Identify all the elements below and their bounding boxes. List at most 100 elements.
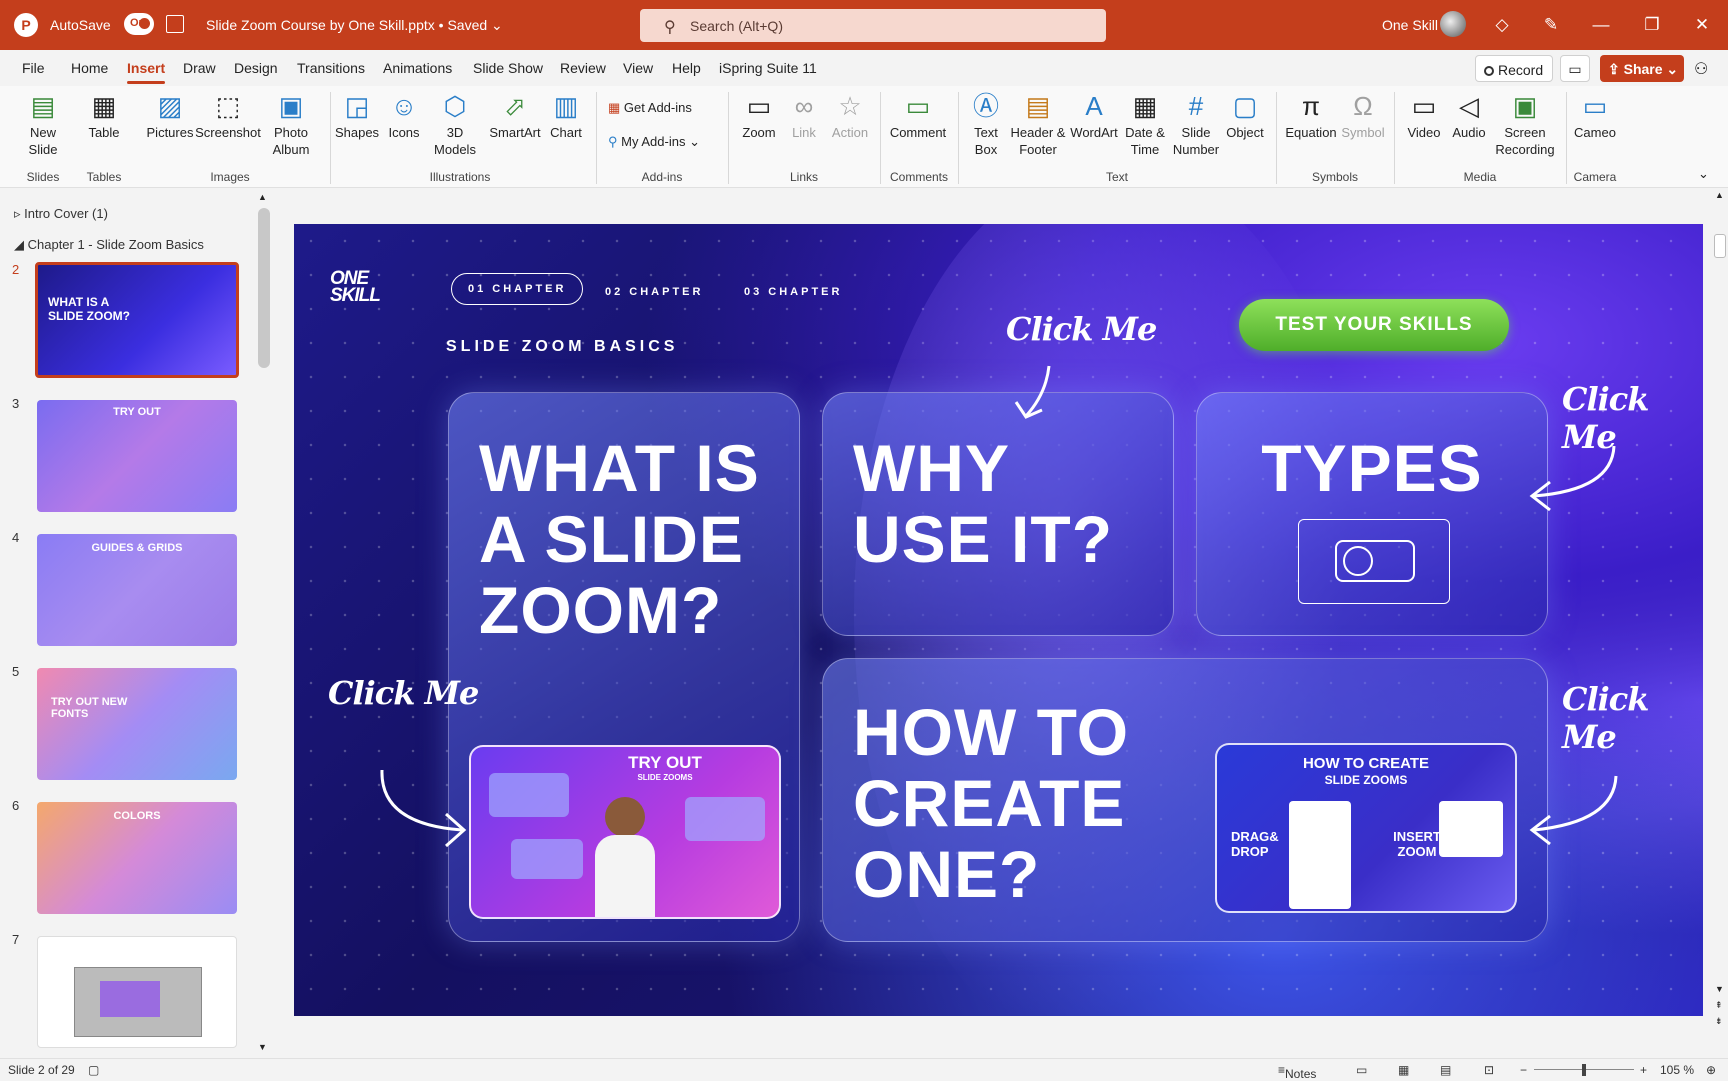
reading-view-icon[interactable]: ▤ [1440,1063,1451,1077]
pane-scroll-thumb[interactable] [258,208,270,368]
editor-scrollbar[interactable]: ▲ ▼ ⇞ ⇟ [1712,188,1728,1038]
scroll-up-icon[interactable]: ▲ [258,192,267,202]
zoom-in-icon[interactable]: + [1640,1063,1647,1077]
text-box-button[interactable]: Ⓐ Text Box [966,90,1006,158]
shapes-button[interactable]: ◲ Shapes [334,90,380,141]
restore-icon[interactable]: ❐ [1641,14,1663,36]
editor-scroll-thumb[interactable] [1714,234,1726,258]
table-button[interactable]: ▦ Table [82,90,126,141]
comment-insert-button[interactable]: ▭ Comment [888,90,948,141]
accessibility-icon[interactable]: ▢ [88,1063,99,1077]
tab-insert[interactable]: Insert [127,60,166,84]
title-bar: P AutoSave On Slide Zoom Course by One S… [0,0,1728,50]
slide-thumbnail-7[interactable] [37,936,237,1048]
pictures-button[interactable]: ▨ Pictures [142,90,198,141]
close-icon[interactable]: ✕ [1691,14,1713,36]
photo-album-icon: ▣ [278,91,304,121]
object-button[interactable]: ▢ Object [1222,90,1268,141]
zoom-button[interactable]: ▭ Zoom [738,90,780,141]
my-addins-button[interactable]: ⚲ My Add-ins ⌄ [608,134,700,150]
photo-album-button[interactable]: ▣ Photo Album [266,90,316,158]
fit-slide-icon[interactable]: ⊕ [1706,1063,1716,1077]
store-icon: ▦ [608,100,621,115]
share-button[interactable]: ⇪ Share ⌄ [1600,55,1684,82]
thumb-text: TRY OUT NEW FONTS [51,696,128,720]
comment-icon: ▭ [1568,61,1582,77]
new-slide-button[interactable]: ▤ New Slide [18,90,68,158]
user-name[interactable]: One Skill [1382,17,1438,33]
slide-number-button[interactable]: # Slide Number [1172,90,1220,158]
pane-scrollbar[interactable]: ▲ ▼ [256,192,272,1052]
tab-help[interactable]: Help [672,60,701,76]
normal-view-icon[interactable]: ▭ [1356,1063,1367,1077]
document-title[interactable]: Slide Zoom Course by One Skill.pptx • Sa… [206,17,503,34]
slide-sorter-icon[interactable]: ▦ [1398,1063,1409,1077]
3d-models-button[interactable]: ⬡ 3D Models [430,90,480,158]
record-button[interactable]: Record [1475,55,1553,82]
header-footer-button[interactable]: ▤ Header & Footer [1010,90,1066,158]
screenshot-button[interactable]: ⬚ Screenshot [194,90,262,141]
person-icon[interactable]: ⚇ [1694,59,1708,79]
slide-thumbnail-5[interactable]: TRY OUT NEW FONTS [37,668,237,780]
date-time-button[interactable]: ▦ Date & Time [1122,90,1168,158]
section-intro-cover[interactable]: ▹ Intro Cover (1) [14,206,108,222]
next-slide-icon[interactable]: ⇟ [1715,1016,1723,1027]
scroll-down-icon[interactable]: ▼ [1715,984,1724,994]
screen-recording-button[interactable]: ▣ Screen Recording [1492,90,1558,158]
wordart-button[interactable]: A WordArt [1068,90,1120,141]
ribbon: ▤ New Slide ▦ Table ▨ Pictures ⬚ Screenshot … [0,86,1728,188]
tab-view[interactable]: View [623,60,653,76]
tab-transitions[interactable]: Transitions [297,60,365,76]
search-icon: ⚲ [664,19,676,36]
slide-thumbnail-4[interactable]: GUIDES & GRIDS [37,534,237,646]
tab-draw[interactable]: Draw [183,60,216,76]
tab-file[interactable]: File [22,60,45,76]
cameo-button[interactable]: ▭ Cameo [1572,90,1618,141]
link-label: Link [792,125,816,140]
notes-button[interactable]: ≡ Notes [1278,1063,1316,1081]
tab-slide-show[interactable]: Slide Show [473,60,543,76]
zoom-level[interactable]: 105 % [1660,1063,1694,1077]
get-addins-button[interactable]: ▦ Get Add-ins [608,100,692,116]
slide-canvas[interactable]: ONE SKILL 01 CHAPTER 02 CHAPTER 03 CHAPTE… [294,224,1703,1016]
save-icon[interactable] [166,15,184,33]
action-button[interactable]: ☆ Action [828,90,872,141]
thumb-text: COLORS [113,810,161,822]
tab-home[interactable]: Home [71,60,108,76]
tab-review[interactable]: Review [560,60,606,76]
avatar[interactable] [1440,11,1466,37]
previous-slide-icon[interactable]: ⇞ [1715,1000,1723,1011]
diamond-icon[interactable]: ◇ [1491,14,1513,36]
chart-button[interactable]: ▥ Chart [546,90,586,141]
search-input[interactable]: ⚲ Search (Alt+Q) [640,9,1106,42]
pen-icon[interactable]: ✎ [1540,14,1562,36]
tab-design[interactable]: Design [234,60,278,76]
link-button[interactable]: ∞ Link [786,90,822,141]
zoom-out-icon[interactable]: − [1520,1063,1527,1077]
icons-button[interactable]: ☺ Icons [384,90,424,141]
addins-icon: ⚲ [608,134,618,149]
equation-button[interactable]: π Equation [1284,90,1338,141]
section-chapter-1[interactable]: ◢ Chapter 1 - Slide Zoom Basics [14,237,204,253]
minimize-icon[interactable]: — [1590,14,1612,36]
audio-button[interactable]: ◁ Audio [1448,90,1490,141]
table-icon: ▦ [91,91,117,121]
photo-album-label: Photo Album [272,125,310,157]
video-button[interactable]: ▭ Video [1402,90,1446,141]
slide-count: Slide 2 of 29 [8,1063,75,1077]
slide-thumbnail-2[interactable]: WHAT IS A SLIDE ZOOM? [35,262,239,378]
group-label-text: Text [1105,170,1128,184]
slideshow-icon[interactable]: ⊡ [1484,1063,1494,1077]
shapes-label: Shapes [334,125,380,140]
tab-ispring[interactable]: iSpring Suite 11 [719,60,817,76]
symbol-button[interactable]: Ω Symbol [1340,90,1386,141]
ribbon-collapse-icon[interactable]: ⌄ [1698,166,1709,182]
scroll-down-icon[interactable]: ▼ [258,1042,267,1052]
zoom-slider-thumb[interactable] [1582,1064,1586,1076]
slide-thumbnail-6[interactable]: COLORS [37,802,237,914]
tab-animations[interactable]: Animations [383,60,452,76]
comments-button[interactable]: ▭ [1560,55,1590,82]
scroll-up-icon[interactable]: ▲ [1715,190,1724,200]
smartart-button[interactable]: ⬀ SmartArt [488,90,542,141]
slide-thumbnail-3[interactable]: TRY OUT [37,400,237,512]
